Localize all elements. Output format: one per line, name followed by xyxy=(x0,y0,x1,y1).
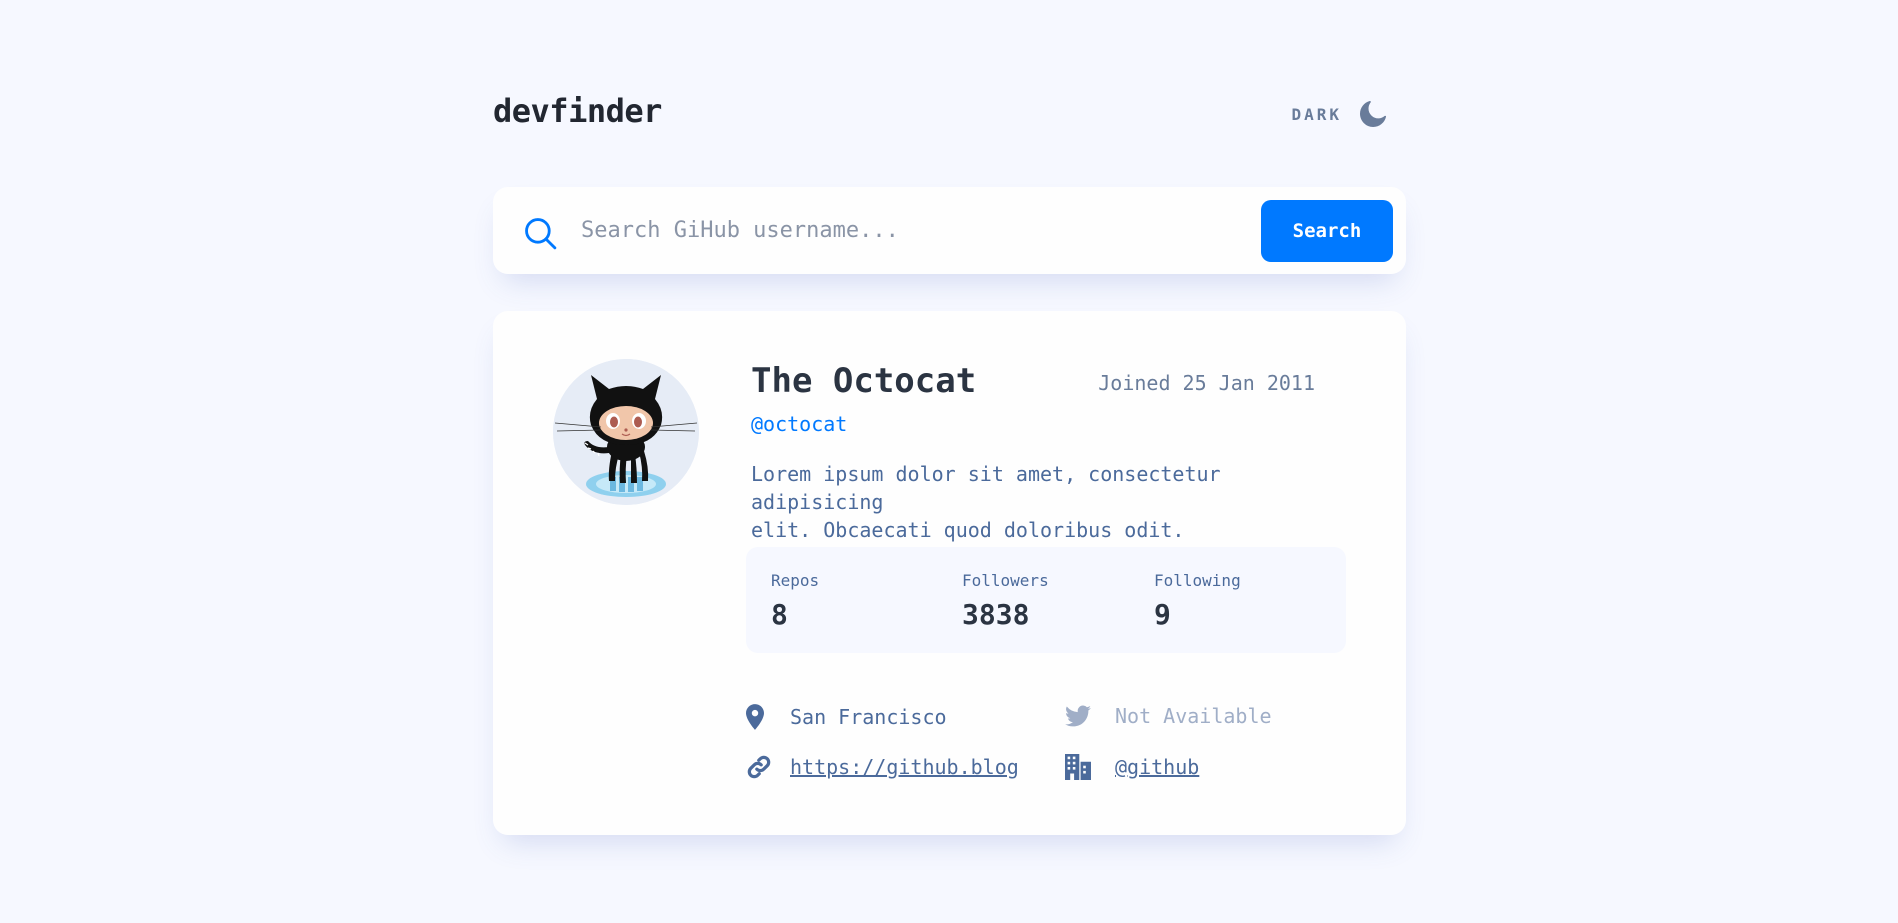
link-icon xyxy=(747,755,771,779)
website-link[interactable]: https://github.blog xyxy=(790,755,1019,779)
app-logo: devfinder xyxy=(493,92,662,130)
profile-name: The Octocat xyxy=(751,361,977,401)
location-pin-icon xyxy=(746,704,764,730)
location-info: San Francisco xyxy=(746,704,947,730)
search-icon xyxy=(525,218,557,250)
theme-toggle-button[interactable]: DARK xyxy=(1291,98,1386,130)
stat-value: 9 xyxy=(1154,598,1171,631)
twitter-icon xyxy=(1065,705,1091,727)
stat-label: Followers xyxy=(962,571,1049,590)
company-link[interactable]: @github xyxy=(1115,755,1199,779)
profile-card: The Octocat Joined 25 Jan 2011 @octocat … xyxy=(493,311,1406,835)
stat-label: Repos xyxy=(771,571,820,590)
search-bar: Search xyxy=(493,187,1406,274)
bio-line: Lorem ipsum dolor sit amet, consectetur … xyxy=(751,462,1221,514)
avatar xyxy=(553,359,699,505)
office-building-icon xyxy=(1065,754,1091,780)
moon-icon xyxy=(1360,101,1386,127)
stats-panel: Repos 8 Followers 3838 Following 9 xyxy=(746,547,1346,653)
location-text: San Francisco xyxy=(790,705,947,729)
stat-followers: Followers 3838 xyxy=(962,571,1049,631)
twitter-text: Not Available xyxy=(1115,704,1272,728)
stat-repos: Repos 8 xyxy=(771,571,819,631)
stat-label: Following xyxy=(1154,571,1241,590)
octocat-avatar-image xyxy=(553,359,699,505)
bio-line: elit. Obcaecati quod doloribus odit. xyxy=(751,518,1185,542)
theme-toggle-label: DARK xyxy=(1291,104,1342,124)
stat-value: 8 xyxy=(771,598,788,631)
profile-login-link[interactable]: @octocat xyxy=(751,412,847,436)
app-header: devfinder DARK xyxy=(493,92,1406,136)
search-input[interactable] xyxy=(581,207,1181,253)
joined-date: Joined 25 Jan 2011 xyxy=(1098,371,1315,395)
company-info: @github xyxy=(1065,754,1199,780)
stat-following: Following 9 xyxy=(1154,571,1241,631)
search-button[interactable]: Search xyxy=(1261,200,1393,262)
website-info: https://github.blog xyxy=(746,754,1019,780)
profile-bio: Lorem ipsum dolor sit amet, consectetur … xyxy=(751,460,1351,544)
stat-value: 3838 xyxy=(962,598,1030,631)
twitter-info: Not Available xyxy=(1065,704,1272,728)
